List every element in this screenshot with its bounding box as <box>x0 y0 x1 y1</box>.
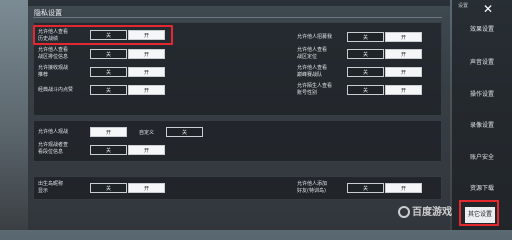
title-divider <box>33 17 442 18</box>
spectate-off-button[interactable]: 关 <box>166 127 203 137</box>
add-friend-off-button[interactable]: 关 <box>347 183 384 193</box>
like-on-button[interactable]: 开 <box>128 85 165 95</box>
annotation-highlight-other <box>459 200 499 226</box>
rank-info-off-button[interactable]: 关 <box>90 145 127 155</box>
gender-on-button[interactable]: 开 <box>385 85 422 95</box>
gender-off-button[interactable]: 关 <box>347 85 384 95</box>
label-nickname-l2: 显示 <box>38 188 49 194</box>
label-zone-rank-l2: 战区排位信息 <box>38 54 69 60</box>
like-off-button[interactable]: 关 <box>90 85 127 95</box>
nickname-off-button[interactable]: 关 <box>90 183 127 193</box>
label-zone-loc-l2: 战区定位 <box>297 54 318 60</box>
label-spectate: 允许他人观战 <box>38 129 69 135</box>
zone-rank-off-button[interactable]: 关 <box>90 49 127 59</box>
add-friend-on-button[interactable]: 开 <box>385 183 422 193</box>
peak-team-on-button[interactable]: 开 <box>385 67 422 77</box>
label-gender-l2: 账号性别 <box>297 90 318 96</box>
top-strip <box>28 0 450 6</box>
label-peak-team-l1: 允许他人查看 <box>297 65 328 71</box>
sidebar-item-account[interactable]: 账户安全 <box>456 152 508 161</box>
close-icon[interactable]: ✕ <box>481 3 495 17</box>
label-spectate-rec-l2: 推荐 <box>38 72 49 78</box>
recruit-on-button[interactable]: 开 <box>385 32 422 42</box>
annotation-highlight-history <box>33 25 173 45</box>
zone-loc-on-button[interactable]: 开 <box>385 49 422 59</box>
label-rank-info-l1: 允许观战者查 <box>38 142 69 148</box>
spectate-on-button[interactable]: 开 <box>90 127 127 137</box>
spectate-rec-on-button[interactable]: 开 <box>128 67 165 77</box>
baidu-paw-icon <box>398 206 410 218</box>
spectate-custom-button[interactable]: 自定义 <box>128 127 165 137</box>
label-like: 经典战斗内点赞 <box>38 87 74 93</box>
peak-team-off-button[interactable]: 关 <box>347 67 384 77</box>
label-zone-loc-l1: 允许他人查看 <box>297 47 328 53</box>
sidebar-item-replay[interactable]: 录像设置 <box>456 120 508 129</box>
watermark: 百度游戏 <box>398 203 452 218</box>
background-left <box>0 0 28 230</box>
sidebar-item-sound[interactable]: 声音设置 <box>456 57 508 66</box>
zone-rank-on-button[interactable]: 开 <box>128 49 165 59</box>
watermark-text: 百度游戏 <box>412 207 452 218</box>
settings-sidebar <box>452 0 512 230</box>
label-zone-rank-l1: 允许他人查看 <box>38 47 69 53</box>
spectate-rec-off-button[interactable]: 关 <box>90 67 127 77</box>
label-recruit: 允许他人招募我 <box>297 34 333 40</box>
label-add-friend-l2: 好友(特训岛) <box>297 188 326 194</box>
sidebar-top-label: 设置 <box>458 3 469 9</box>
recruit-off-button[interactable]: 关 <box>347 32 384 42</box>
rank-info-on-button[interactable]: 开 <box>128 145 165 155</box>
label-rank-info-l2: 看段位信息 <box>38 149 64 155</box>
label-nickname-l1: 出生岛昵称 <box>38 181 64 187</box>
nickname-on-button[interactable]: 开 <box>128 183 165 193</box>
label-gender-l1: 允许陌生人查看 <box>297 83 333 89</box>
sidebar-item-effects[interactable]: 效果设置 <box>456 24 508 33</box>
sidebar-item-controls[interactable]: 操作设置 <box>456 89 508 98</box>
sidebar-item-download[interactable]: 资源下载 <box>456 183 508 192</box>
zone-loc-off-button[interactable]: 关 <box>347 49 384 59</box>
label-spectate-rec-l1: 允许接收观战 <box>38 65 69 71</box>
label-add-friend-l1: 允许他人添加 <box>297 181 328 187</box>
label-peak-team-l2: 巅峰赛战队 <box>297 72 323 78</box>
